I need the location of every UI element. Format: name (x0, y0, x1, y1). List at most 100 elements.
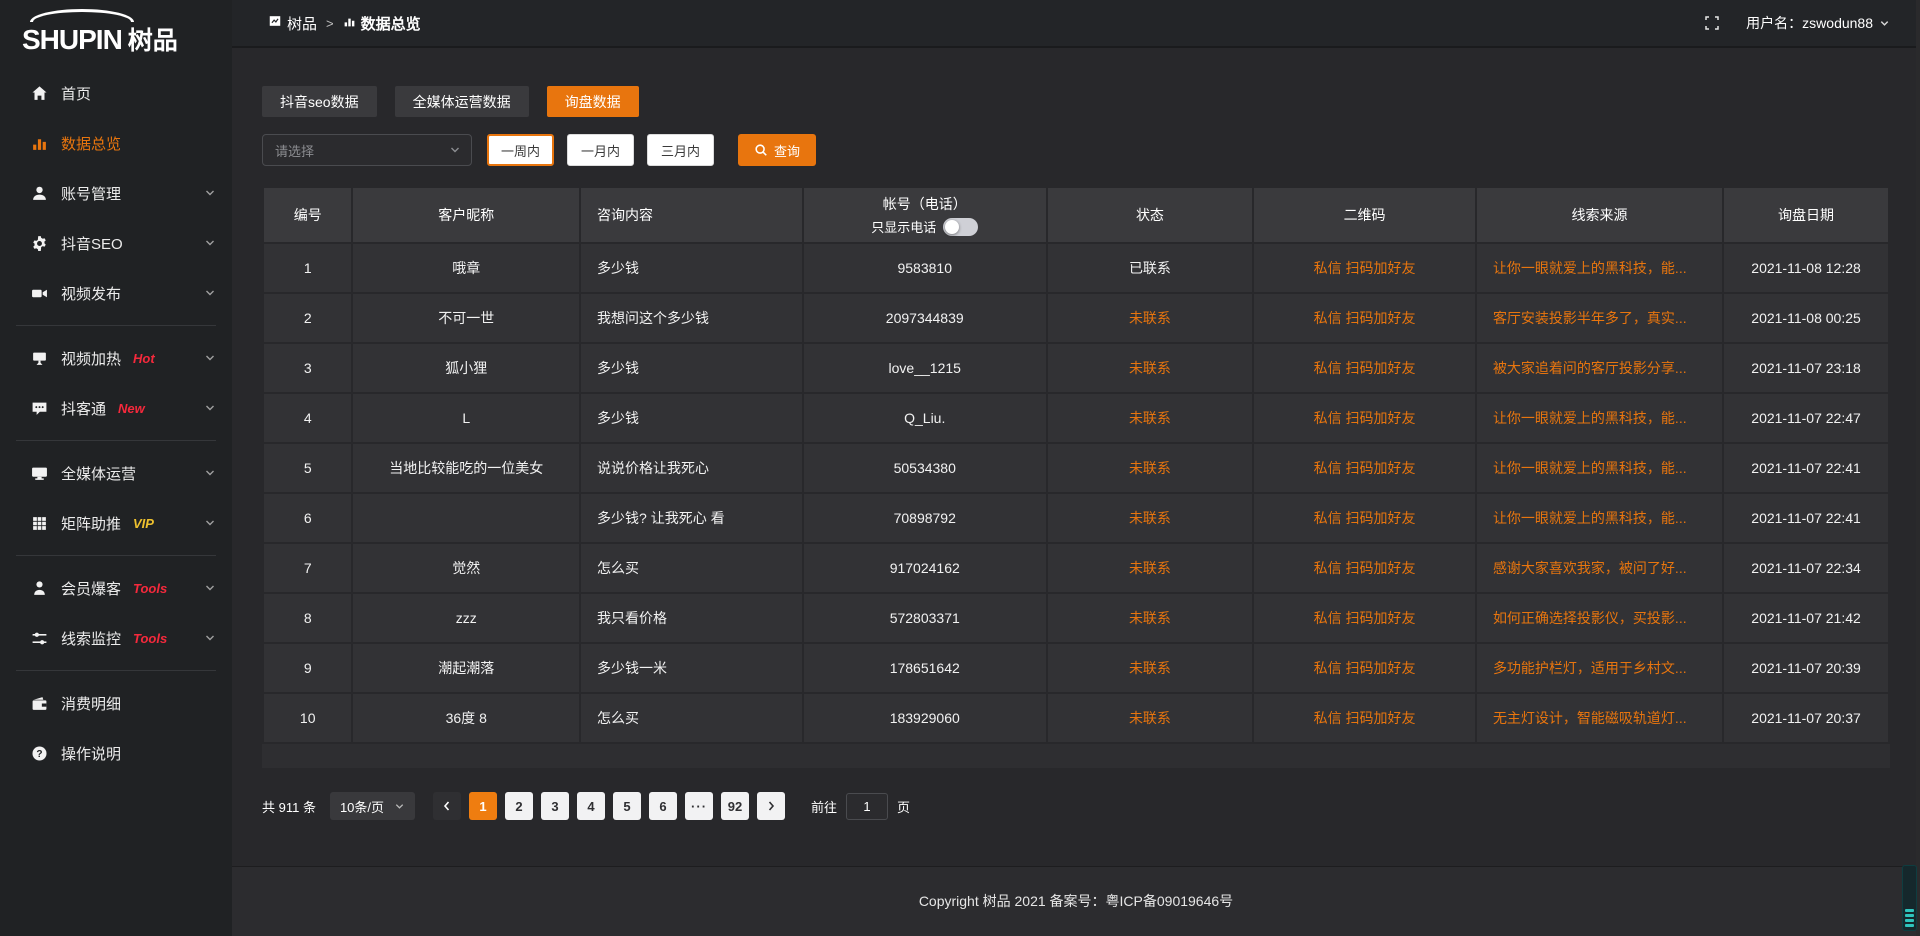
cell-content: 多少钱 (580, 243, 803, 293)
cell-source[interactable]: 无主灯设计，智能磁吸轨道灯... (1476, 693, 1723, 743)
corner-widget[interactable] (1902, 865, 1917, 931)
sidebar-item-douketong[interactable]: 抖客通New (0, 383, 232, 433)
page-button-5[interactable]: 5 (613, 792, 641, 820)
cell-nickname: 狐小狸 (352, 343, 580, 393)
cell-nickname: 觉然 (352, 543, 580, 593)
cell-status: 未联系 (1047, 493, 1254, 543)
logo-arc (30, 9, 134, 22)
cell-qrcode[interactable]: 私信 扫码加好友 (1253, 343, 1476, 393)
sidebar-item-douyin-seo[interactable]: 抖音SEO (0, 218, 232, 268)
cell-source[interactable]: 客厅安装投影半年多了，真实... (1476, 293, 1723, 343)
cell-source[interactable]: 让你一眼就爱上的黑科技，能... (1476, 493, 1723, 543)
total-count: 共 911 条 (262, 797, 316, 816)
brand-logo[interactable]: SHUPIN 树品 (0, 4, 232, 60)
sidebar-item-label: 抖客通 (61, 398, 106, 419)
cell-content: 多少钱? 让我死心 看 (580, 493, 803, 543)
range-button-month[interactable]: 一月内 (567, 134, 634, 166)
tab-douyin-seo-data[interactable]: 抖音seo数据 (262, 86, 377, 117)
cell-status: 未联系 (1047, 693, 1254, 743)
cell-source[interactable]: 让你一眼就爱上的黑科技，能... (1476, 443, 1723, 493)
sidebar-item-account-manage[interactable]: 账号管理 (0, 168, 232, 218)
page-size-select[interactable]: 10条/页 (330, 792, 415, 820)
cell-qrcode[interactable]: 私信 扫码加好友 (1253, 543, 1476, 593)
cell-id: 2 (263, 293, 352, 343)
cell-nickname: 36度 8 (352, 693, 580, 743)
cell-qrcode[interactable]: 私信 扫码加好友 (1253, 243, 1476, 293)
sidebar-item-video-heat[interactable]: 视频加热 Hot (0, 333, 232, 383)
sidebar-item-operation-guide[interactable]: ?操作说明 (0, 728, 232, 778)
sidebar-divider (16, 325, 216, 326)
cell-status: 未联系 (1047, 543, 1254, 593)
page-button-3[interactable]: 3 (541, 792, 569, 820)
sidebar-item-label: 操作说明 (61, 743, 121, 764)
user-icon (30, 184, 48, 202)
page-ellipsis[interactable]: ··· (685, 792, 713, 820)
sidebar-item-label: 矩阵助推 (61, 513, 121, 534)
cell-qrcode[interactable]: 私信 扫码加好友 (1253, 493, 1476, 543)
logo-text-en: SHUPIN (22, 26, 122, 54)
page-button-2[interactable]: 2 (505, 792, 533, 820)
table-body: 1哦章多少钱9583810已联系私信 扫码加好友让你一眼就爱上的黑科技，能...… (263, 243, 1889, 743)
cell-qrcode[interactable]: 私信 扫码加好友 (1253, 393, 1476, 443)
cell-qrcode[interactable]: 私信 扫码加好友 (1253, 643, 1476, 693)
search-button-label: 查询 (774, 141, 800, 160)
home-icon (30, 84, 48, 102)
topbar: 树品 > 数据总览 用户名：zswodun88 (232, 0, 1920, 48)
table-row: 7觉然怎么买917024162未联系私信 扫码加好友感谢大家喜欢我家，被问了好.… (263, 543, 1889, 593)
page-prev-button[interactable] (433, 792, 461, 820)
cell-id: 5 (263, 443, 352, 493)
page-button-6[interactable]: 6 (649, 792, 677, 820)
goto-page-input[interactable] (846, 793, 888, 820)
breadcrumb-root[interactable]: 树品 (268, 13, 317, 34)
account-select[interactable]: 请选择 (262, 134, 472, 166)
breadcrumb-current[interactable]: 数据总览 (343, 13, 421, 34)
cell-source[interactable]: 让你一眼就爱上的黑科技，能... (1476, 393, 1723, 443)
sidebar-item-matrix-boost[interactable]: 矩阵助推 VIP (0, 498, 232, 548)
cell-date: 2021-11-07 22:41 (1723, 443, 1889, 493)
sidebar-item-member-blast[interactable]: 会员爆客Tools (0, 563, 232, 613)
cell-id: 1 (263, 243, 352, 293)
table-row: 3狐小狸多少钱love__1215未联系私信 扫码加好友被大家追着问的客厅投影分… (263, 343, 1889, 393)
tab-inquiry-data[interactable]: 询盘数据 (547, 86, 639, 117)
cell-qrcode[interactable]: 私信 扫码加好友 (1253, 443, 1476, 493)
cell-status: 未联系 (1047, 443, 1254, 493)
page-button-92[interactable]: 92 (721, 792, 749, 820)
chevron-down-icon (449, 144, 461, 156)
cell-source[interactable]: 如何正确选择投影仪，买投影... (1476, 593, 1723, 643)
page-next-button[interactable] (757, 792, 785, 820)
sidebar-item-label: 视频加热 (61, 348, 121, 369)
sidebar-item-data-overview[interactable]: 数据总览 (0, 118, 232, 168)
sidebar-badge: VIP (133, 516, 154, 531)
cell-content: 说说价格让我死心 (580, 443, 803, 493)
range-button-week[interactable]: 一周内 (487, 134, 554, 166)
sidebar-item-home[interactable]: 首页 (0, 68, 232, 118)
tab-omnimedia-data[interactable]: 全媒体运营数据 (395, 86, 529, 117)
cell-source[interactable]: 被大家追着问的客厅投影分享... (1476, 343, 1723, 393)
cell-qrcode[interactable]: 私信 扫码加好友 (1253, 593, 1476, 643)
sidebar-item-clue-monitor[interactable]: 线索监控Tools (0, 613, 232, 663)
scrollbar-track[interactable] (1916, 0, 1920, 936)
cell-qrcode[interactable]: 私信 扫码加好友 (1253, 693, 1476, 743)
table-row: 5当地比较能吃的一位美女说说价格让我死心50534380未联系私信 扫码加好友让… (263, 443, 1889, 493)
column-header-status: 状态 (1047, 187, 1254, 243)
sidebar-badge: Hot (133, 351, 155, 366)
user-menu[interactable]: 用户名：zswodun88 (1746, 13, 1890, 33)
cell-source[interactable]: 感谢大家喜欢我家，被问了好... (1476, 543, 1723, 593)
page-button-1[interactable]: 1 (469, 792, 497, 820)
phone-only-toggle[interactable] (943, 218, 978, 236)
column-header-source: 线索来源 (1476, 187, 1723, 243)
table-row: 6多少钱? 让我死心 看70898792未联系私信 扫码加好友让你一眼就爱上的黑… (263, 493, 1889, 543)
sidebar-item-video-publish[interactable]: 视频发布 (0, 268, 232, 318)
table-row: 1036度 8怎么买183929060未联系私信 扫码加好友无主灯设计，智能磁吸… (263, 693, 1889, 743)
sidebar-item-consume-detail[interactable]: 消费明细 (0, 678, 232, 728)
cell-source[interactable]: 多功能护栏灯，适用于乡村文... (1476, 643, 1723, 693)
sidebar-item-omnimedia-operation[interactable]: 全媒体运营 (0, 448, 232, 498)
wallet-icon (30, 694, 48, 712)
range-button-quarter[interactable]: 三月内 (647, 134, 714, 166)
cell-qrcode[interactable]: 私信 扫码加好友 (1253, 293, 1476, 343)
search-button[interactable]: 查询 (738, 134, 816, 166)
column-header-date: 询盘日期 (1723, 187, 1889, 243)
cell-source[interactable]: 让你一眼就爱上的黑科技，能... (1476, 243, 1723, 293)
page-button-4[interactable]: 4 (577, 792, 605, 820)
fullscreen-icon[interactable] (1704, 15, 1720, 31)
